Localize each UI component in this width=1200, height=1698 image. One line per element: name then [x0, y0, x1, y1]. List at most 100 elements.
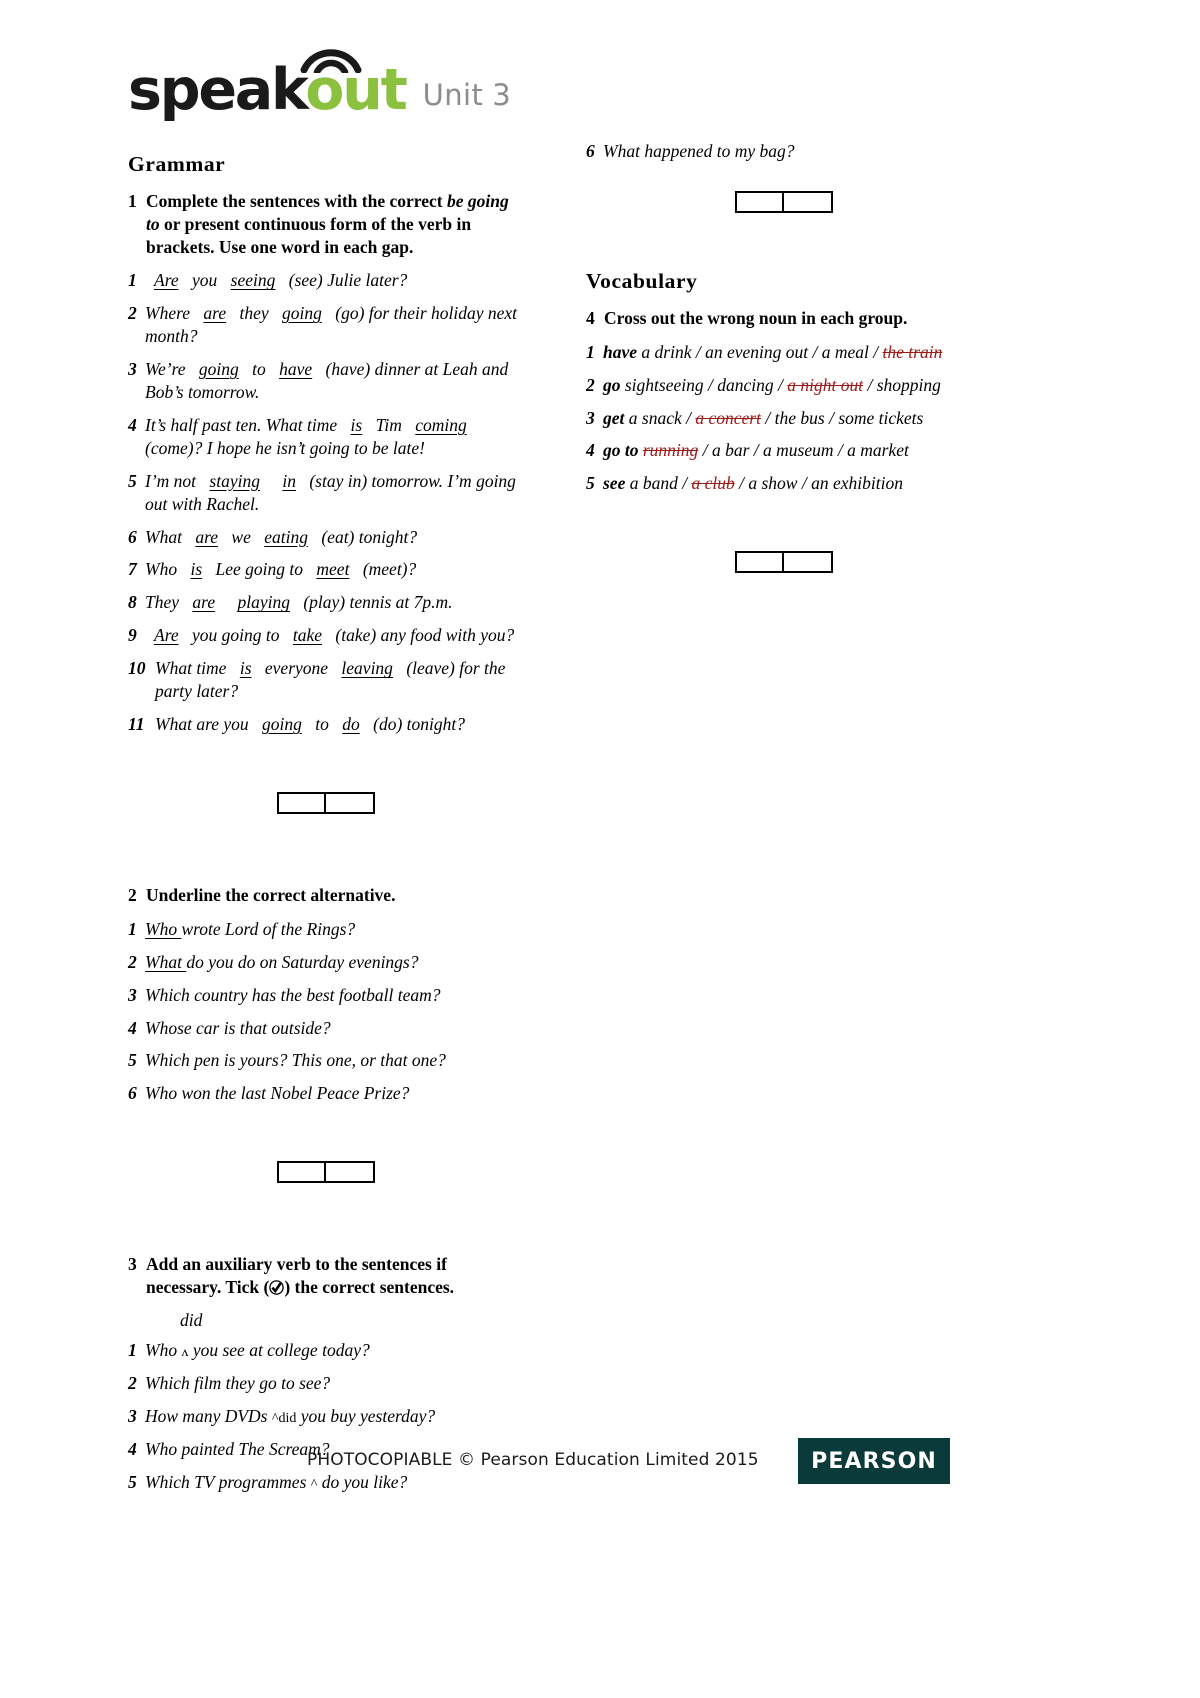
- exercise-3-instruction-part2: ) the correct sentences.: [284, 1277, 455, 1298]
- crossed-out-option: a night out: [787, 374, 864, 395]
- filled-answer: going: [198, 359, 239, 380]
- item-number: 6: [586, 141, 595, 161]
- score-cell-right[interactable]: [326, 794, 373, 812]
- underlined-answer: Who: [145, 918, 182, 939]
- item-text-middle: you: [187, 270, 222, 291]
- item-text: Which pen is yours? This one, or that on…: [145, 1050, 446, 1071]
- item-text-middle: Tim: [371, 414, 407, 435]
- crossed-out-option: a concert: [695, 407, 761, 428]
- score-cell-right[interactable]: [784, 553, 831, 571]
- score-cell-left[interactable]: [737, 553, 784, 572]
- item-number: 5: [586, 473, 595, 494]
- filled-answer: eating: [264, 526, 308, 547]
- item-number: 9: [128, 625, 137, 646]
- item-number: 2: [128, 1373, 137, 1394]
- filled-answer: leaving: [341, 658, 393, 679]
- option: sightseeing: [624, 374, 704, 395]
- tick-circle-icon: [269, 1280, 285, 1295]
- item-text: do you do on Saturday evenings?: [186, 951, 419, 972]
- exercise-2-number: 2: [128, 885, 137, 905]
- copyright-text: PHOTOCOPIABLE © Pearson Education Limite…: [307, 1450, 759, 1470]
- score-box-exercise-1[interactable]: [276, 792, 375, 814]
- score-box-exercise-4[interactable]: [734, 551, 833, 574]
- item-number: 3: [128, 359, 137, 380]
- score-cell-left[interactable]: [279, 794, 326, 812]
- grammar-section-title: Grammar: [128, 152, 226, 176]
- filled-answer: staying: [209, 470, 260, 491]
- exercise-4-items: 1 have a drink / an evening out / a meal…: [586, 341, 981, 496]
- option: a drink: [641, 341, 692, 362]
- item-text-after: you see at college today?: [188, 1339, 370, 1360]
- option: dancing: [717, 374, 774, 395]
- exercise-4-item: 3 get a snack / a concert / the bus / so…: [586, 407, 981, 430]
- collocation-verb: have: [603, 341, 642, 362]
- exercise-1-item: 3 We’re going to have (have) dinner at L…: [128, 358, 523, 404]
- item-text: Which country has the best football team…: [145, 984, 441, 1005]
- item-number: 1: [586, 341, 595, 362]
- item-text-after: you buy yesterday?: [296, 1406, 436, 1427]
- item-text-middle: we: [227, 526, 256, 547]
- score-box-exercise-1-wrap: [128, 792, 523, 814]
- exercise-1-instruction-part1: Complete the sentences with the correct: [146, 191, 447, 211]
- exercise-1-instruction-part2: or present continuous form of the verb i…: [146, 213, 472, 257]
- exercise-3-number: 3: [128, 1254, 137, 1275]
- item-text-before: How many DVDs: [145, 1406, 272, 1427]
- score-cell-left[interactable]: [737, 192, 784, 211]
- item-number: 6: [128, 1083, 137, 1104]
- score-cell-right[interactable]: [784, 193, 831, 211]
- score-box-exercise-2[interactable]: [276, 1161, 375, 1184]
- item-number: 4: [128, 414, 137, 435]
- exercise-1-item: 7 Who is Lee going to meet (meet)?: [128, 558, 523, 581]
- filled-answer: is: [350, 414, 363, 435]
- filled-answer: going: [262, 714, 302, 735]
- item-number: 7: [128, 559, 137, 580]
- item-number: 4: [586, 440, 595, 461]
- exercise-2-instruction: 2 Underline the correct alternative.: [128, 884, 523, 907]
- item-number: 4: [128, 1017, 137, 1038]
- item-text-middle: everyone: [260, 658, 333, 679]
- option-separator: /: [773, 374, 788, 395]
- unit-label: Unit: [422, 78, 484, 112]
- item-text-before: Who: [145, 1339, 182, 1360]
- item-text-after: (eat) tonight?: [316, 526, 418, 547]
- filled-answer: is: [190, 559, 203, 580]
- exercise-3-instruction: 3 Add an auxiliary verb to the sentences …: [128, 1253, 523, 1299]
- speakout-logo: speakout: [128, 49, 408, 119]
- option: shopping: [876, 374, 941, 395]
- filled-answer: in: [282, 470, 296, 491]
- item-text-after: (meet)?: [358, 559, 417, 580]
- logo-text-speak: speak: [128, 57, 307, 123]
- exercise-2-instruction-text: Underline the correct alternative.: [146, 885, 396, 905]
- score-box-exercise-2-wrap: [128, 1161, 523, 1184]
- score-cell-right[interactable]: [326, 1163, 373, 1181]
- exercise-2-item: 1 Who wrote Lord of the Rings?: [128, 918, 523, 941]
- item-text-middle: to: [247, 359, 271, 380]
- item-number: 1: [128, 1339, 137, 1360]
- insertion-caret: ^did: [271, 1411, 297, 1427]
- exercise-1-item: 8 They are playing (play) tennis at 7p.m…: [128, 591, 523, 614]
- option: some tickets: [838, 407, 924, 428]
- item-text-before: Who: [145, 559, 182, 580]
- item-text-before: I’m not: [145, 470, 201, 491]
- item-text-after: (see) Julie later?: [284, 270, 408, 291]
- exercise-2-continued-items: 6 What happened to my bag?: [586, 140, 981, 163]
- exercise-1-number: 1: [128, 191, 137, 211]
- score-cell-left[interactable]: [279, 1163, 326, 1182]
- filled-answer: do: [342, 714, 360, 735]
- item-number: 5: [128, 470, 137, 491]
- option: a snack: [628, 407, 682, 428]
- option-separator: /: [797, 473, 812, 494]
- filled-answer: is: [239, 658, 252, 679]
- crossed-out-option: the train: [882, 341, 943, 362]
- exercise-4-instruction-text: Cross out the wrong noun in each group.: [604, 307, 908, 328]
- item-text-after: (play) tennis at 7p.m.: [298, 592, 453, 613]
- option-separator: /: [760, 407, 775, 428]
- page-footer: PHOTOCOPIABLE © Pearson Education Limite…: [0, 1438, 1200, 1508]
- item-number: 2: [586, 374, 595, 395]
- item-text-after: (come)? I hope he isn’t going to be late…: [145, 437, 425, 458]
- score-box-exercise-2-cont[interactable]: [734, 190, 833, 213]
- item-text-after: (take) any food with you?: [331, 625, 515, 646]
- item-text: wrote Lord of the Rings?: [181, 918, 356, 939]
- exercise-2-items: 1 Who wrote Lord of the Rings? 2 What do …: [128, 918, 523, 1106]
- option-separator: /: [824, 407, 839, 428]
